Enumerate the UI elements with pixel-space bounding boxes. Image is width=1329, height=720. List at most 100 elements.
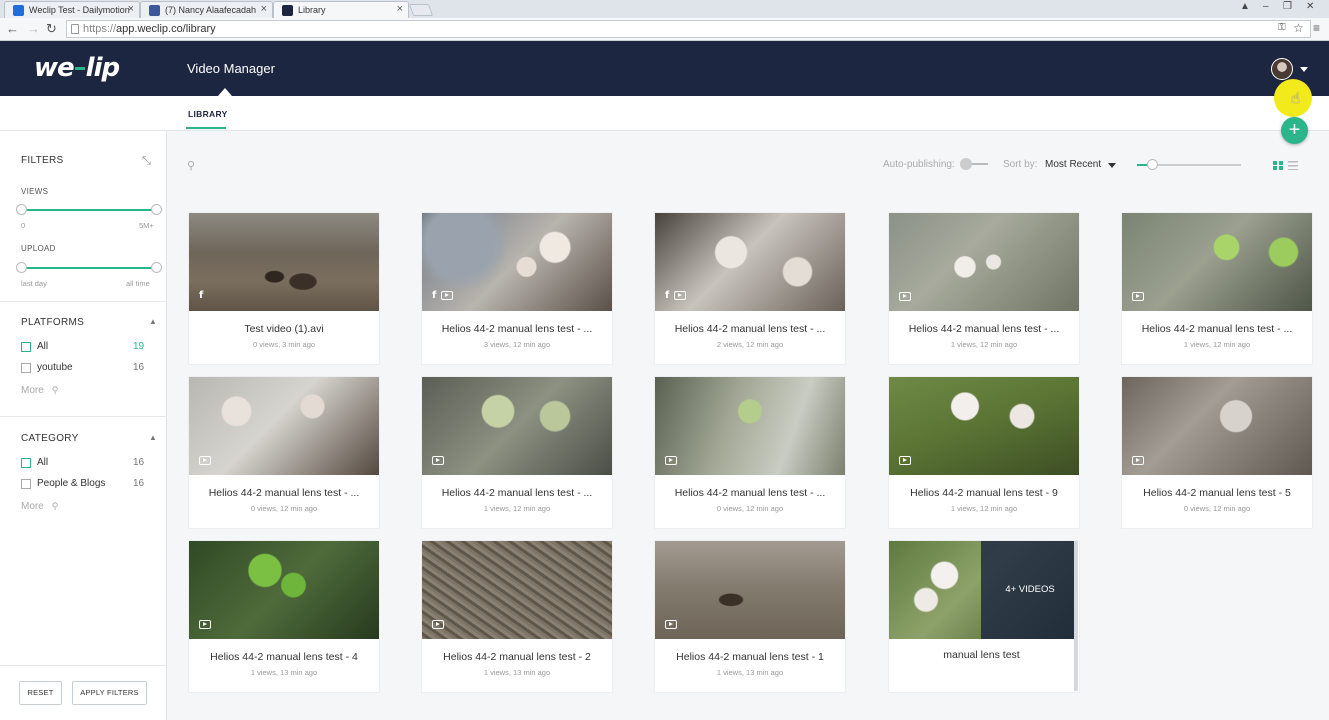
- platforms-title[interactable]: PLATFORMS: [21, 317, 84, 328]
- video-card[interactable]: Helios 44-2 manual lens test - 5 0 views…: [1122, 377, 1312, 528]
- reload-icon[interactable]: ↻: [46, 21, 57, 37]
- video-thumbnail[interactable]: [189, 541, 379, 639]
- close-tab-icon[interactable]: ×: [261, 3, 267, 15]
- platform-youtube-checkbox[interactable]: [21, 363, 31, 373]
- video-thumbnail[interactable]: [422, 377, 612, 475]
- video-title[interactable]: Helios 44-2 manual lens test - 1: [655, 651, 845, 663]
- list-view-icon[interactable]: [1288, 161, 1298, 170]
- video-title[interactable]: Helios 44-2 manual lens test - 2: [422, 651, 612, 663]
- platform-icons: [1132, 292, 1144, 301]
- platform-all-label[interactable]: All: [37, 341, 48, 352]
- forward-icon[interactable]: →: [27, 21, 40, 36]
- avatar[interactable]: [1271, 58, 1293, 80]
- reset-button[interactable]: RESET: [19, 681, 62, 705]
- close-tab-icon[interactable]: ×: [397, 3, 403, 15]
- browser-tab-dailymotion[interactable]: Weclip Test - Dailymotion ×: [4, 1, 140, 18]
- video-card[interactable]: Helios 44-2 manual lens test - 9 1 views…: [889, 377, 1079, 528]
- video-card[interactable]: Helios 44-2 manual lens test - 1 1 views…: [655, 541, 845, 692]
- video-title[interactable]: Helios 44-2 manual lens test - 4: [189, 651, 379, 663]
- video-title[interactable]: Helios 44-2 manual lens test - 9: [889, 487, 1079, 499]
- bookmark-star-icon[interactable]: ☆: [1293, 21, 1304, 35]
- browser-tab-facebook[interactable]: (7) Nancy Alaafecadah ×: [140, 1, 273, 18]
- chevron-up-icon[interactable]: ▲: [149, 317, 157, 326]
- upload-slider-max-handle[interactable]: [151, 262, 162, 273]
- views-slider-track[interactable]: [21, 209, 157, 211]
- video-thumbnail[interactable]: [655, 377, 845, 475]
- key-icon[interactable]: ⚿: [1278, 22, 1286, 33]
- category-people-blogs-label[interactable]: People & Blogs: [37, 478, 105, 489]
- video-meta: 1 views, 12 min ago: [1183, 340, 1251, 349]
- video-title[interactable]: Test video (1).avi: [189, 323, 379, 335]
- views-slider-max-handle[interactable]: [151, 204, 162, 215]
- video-thumbnail[interactable]: [189, 377, 379, 475]
- new-tab-button[interactable]: [408, 4, 434, 16]
- menu-icon[interactable]: ≡: [1313, 21, 1320, 35]
- category-all-checkbox[interactable]: [21, 458, 31, 468]
- category-all-label[interactable]: All: [37, 457, 48, 468]
- search-icon[interactable]: ⚲: [187, 159, 195, 172]
- chevron-up-icon[interactable]: ▲: [149, 433, 157, 442]
- video-title[interactable]: Helios 44-2 manual lens test - ...: [189, 487, 379, 499]
- collapse-icon[interactable]: ⤡: [142, 155, 151, 168]
- video-thumbnail[interactable]: [889, 377, 1079, 475]
- playlist-title[interactable]: manual lens test: [889, 649, 1074, 661]
- video-title[interactable]: Helios 44-2 manual lens test - ...: [655, 487, 845, 499]
- weclip-logo[interactable]: we lip: [34, 53, 120, 83]
- category-title[interactable]: CATEGORY: [21, 433, 79, 444]
- video-thumbnail[interactable]: f: [422, 213, 612, 311]
- platforms-more-link[interactable]: More ⚲: [21, 385, 58, 396]
- upload-slider-min-handle[interactable]: [16, 262, 27, 273]
- video-thumbnail[interactable]: [422, 541, 612, 639]
- video-title[interactable]: Helios 44-2 manual lens test - ...: [889, 323, 1079, 335]
- sort-select[interactable]: Most Recent: [1045, 159, 1101, 170]
- page-title[interactable]: Video Manager: [187, 61, 275, 76]
- thumbnail-size-slider[interactable]: [1151, 164, 1241, 166]
- video-title[interactable]: Helios 44-2 manual lens test - ...: [422, 323, 612, 335]
- url-input[interactable]: https://app.weclip.co/library: [66, 20, 1311, 38]
- sort-caret-icon[interactable]: [1108, 163, 1116, 168]
- thumbnail-size-handle[interactable]: [1147, 159, 1158, 170]
- category-more-link[interactable]: More ⚲: [21, 501, 58, 512]
- close-window-icon[interactable]: ✕: [1306, 1, 1314, 12]
- video-card[interactable]: f Helios 44-2 manual lens test - ... 3 v…: [422, 213, 612, 364]
- platform-youtube-label[interactable]: youtube: [37, 362, 73, 373]
- views-slider-min-handle[interactable]: [16, 204, 27, 215]
- close-tab-icon[interactable]: ×: [128, 3, 134, 15]
- video-card[interactable]: f Helios 44-2 manual lens test - ... 2 v…: [655, 213, 845, 364]
- playlist-count-overlay[interactable]: 4+ VIDEOS: [981, 541, 1074, 639]
- browser-tab-library[interactable]: Library ×: [273, 1, 409, 18]
- back-icon[interactable]: ←: [6, 21, 19, 36]
- video-card[interactable]: Helios 44-2 manual lens test - 2 1 views…: [422, 541, 612, 692]
- user-profile-icon[interactable]: ▲: [1240, 1, 1250, 12]
- video-card[interactable]: Helios 44-2 manual lens test - ... 1 vie…: [422, 377, 612, 528]
- video-title[interactable]: Helios 44-2 manual lens test - 5: [1122, 487, 1312, 499]
- restore-icon[interactable]: ❐: [1283, 1, 1292, 12]
- platform-all-checkbox[interactable]: [21, 342, 31, 352]
- apply-filters-button[interactable]: APPLY FILTERS: [72, 681, 147, 705]
- video-thumbnail[interactable]: [1122, 377, 1312, 475]
- playlist-thumbnail[interactable]: 4+ VIDEOS: [889, 541, 1074, 639]
- video-thumbnail[interactable]: f: [655, 213, 845, 311]
- playlist-card[interactable]: 4+ VIDEOS manual lens test: [889, 541, 1079, 692]
- video-card[interactable]: Helios 44-2 manual lens test - ... 0 vie…: [189, 377, 379, 528]
- video-thumbnail[interactable]: f: [189, 213, 379, 311]
- tab-library[interactable]: LIBRARY: [188, 109, 228, 119]
- video-title[interactable]: Helios 44-2 manual lens test - ...: [655, 323, 845, 335]
- video-card[interactable]: Helios 44-2 manual lens test - ... 1 vie…: [889, 213, 1079, 364]
- video-card[interactable]: Helios 44-2 manual lens test - ... 0 vie…: [655, 377, 845, 528]
- minimize-icon[interactable]: –: [1263, 1, 1269, 12]
- auto-publishing-toggle[interactable]: [960, 158, 988, 170]
- video-thumbnail[interactable]: [1122, 213, 1312, 311]
- video-thumbnail[interactable]: [655, 541, 845, 639]
- video-card[interactable]: Helios 44-2 manual lens test - ... 1 vie…: [1122, 213, 1312, 364]
- video-thumbnail[interactable]: [889, 213, 1079, 311]
- category-people-blogs-checkbox[interactable]: [21, 479, 31, 489]
- chevron-down-icon[interactable]: [1300, 67, 1308, 72]
- add-video-button[interactable]: +: [1281, 117, 1308, 144]
- grid-view-icon[interactable]: [1273, 161, 1283, 170]
- video-title[interactable]: Helios 44-2 manual lens test - ...: [1122, 323, 1312, 335]
- upload-slider-track[interactable]: [21, 267, 157, 269]
- video-title[interactable]: Helios 44-2 manual lens test - ...: [422, 487, 612, 499]
- video-card[interactable]: f Test video (1).avi 0 views, 3 min ago: [189, 213, 379, 364]
- video-card[interactable]: Helios 44-2 manual lens test - 4 1 views…: [189, 541, 379, 692]
